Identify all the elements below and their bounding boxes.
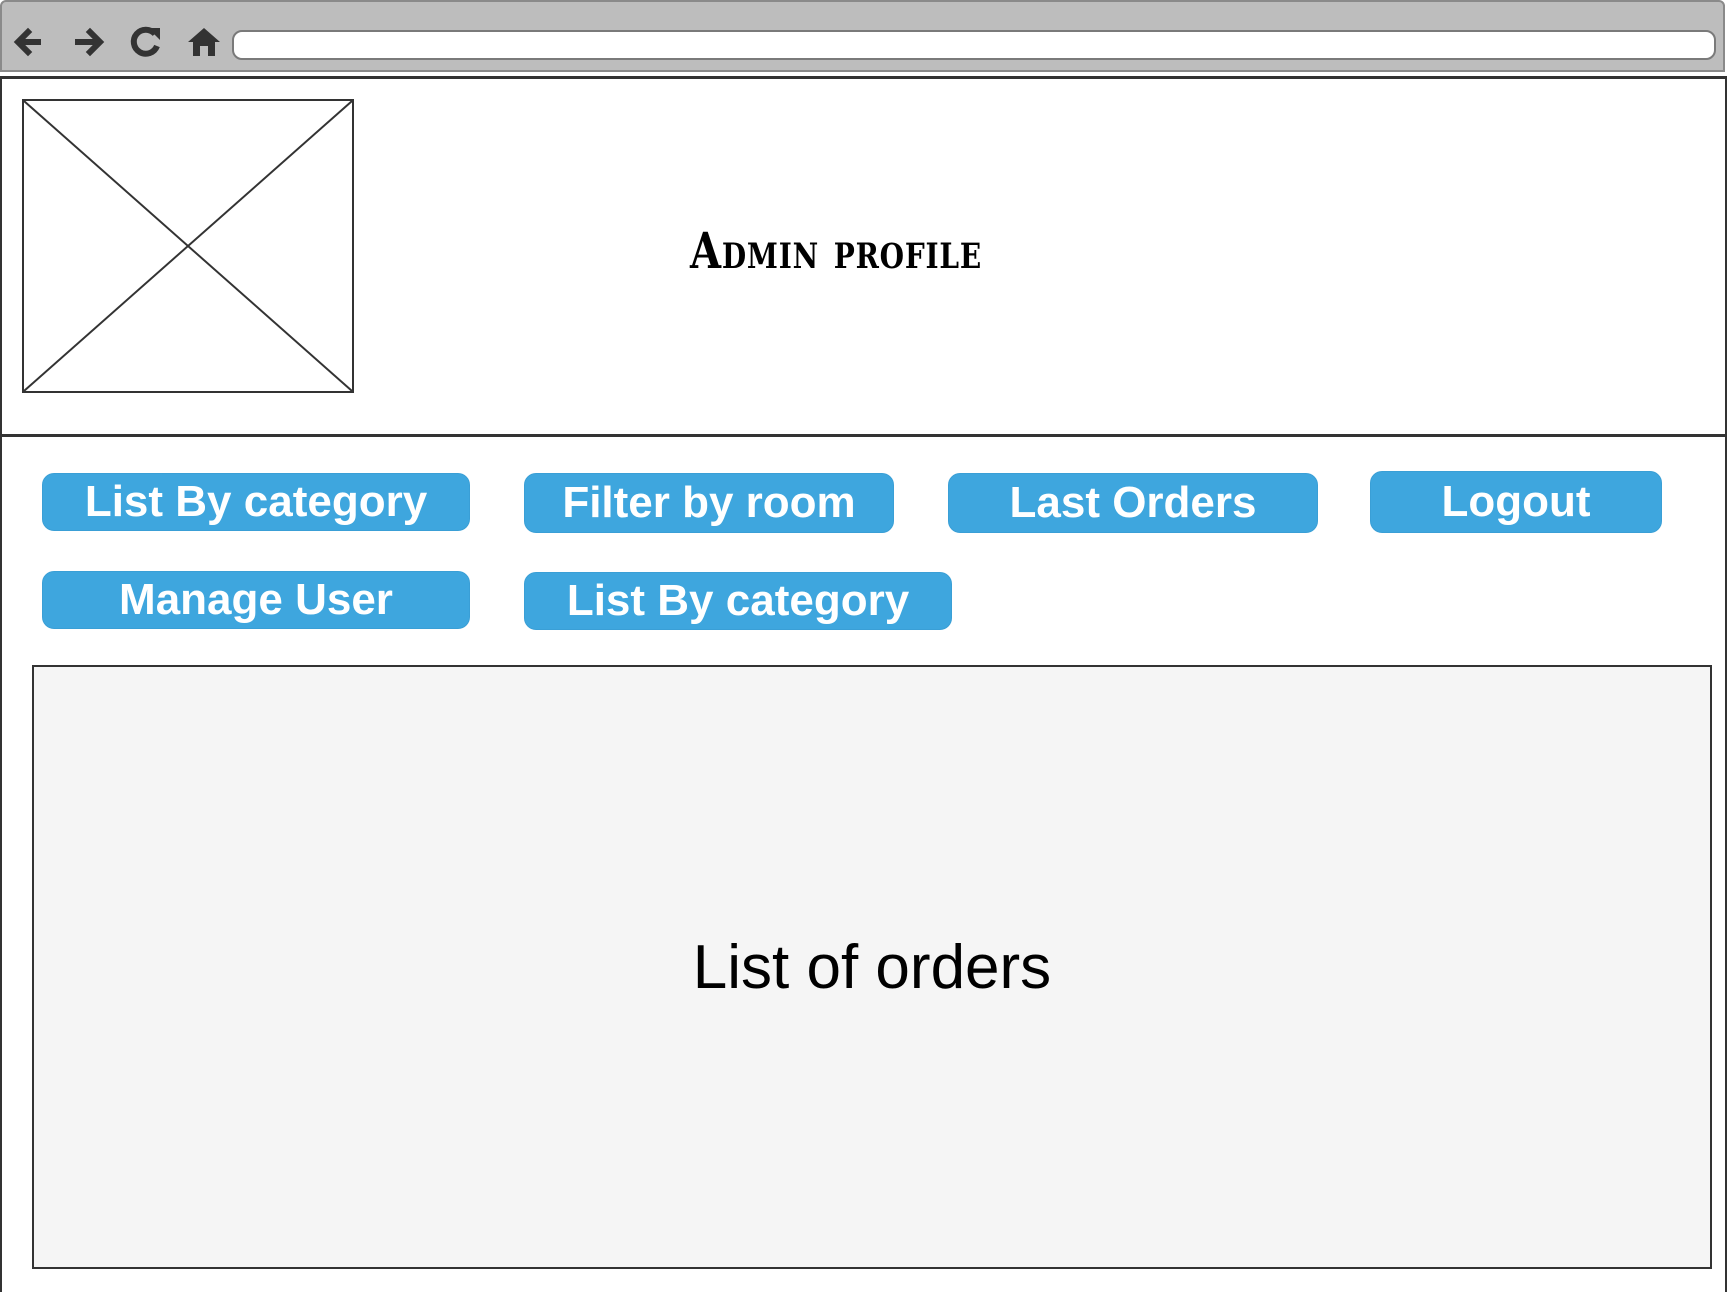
orders-list-panel: List of orders bbox=[32, 665, 1712, 1269]
home-icon[interactable] bbox=[182, 20, 226, 64]
page-title: Admin profile bbox=[690, 221, 983, 280]
filter-by-room-button[interactable]: Filter by room bbox=[524, 473, 894, 533]
list-by-category-button[interactable]: List By category bbox=[42, 473, 470, 531]
logout-button[interactable]: Logout bbox=[1370, 471, 1662, 533]
last-orders-button[interactable]: Last Orders bbox=[948, 473, 1318, 533]
page-content: Admin profile List By category Filter by… bbox=[0, 76, 1727, 1292]
manage-user-button[interactable]: Manage User bbox=[42, 571, 470, 629]
browser-toolbar bbox=[0, 0, 1725, 72]
reload-icon[interactable] bbox=[124, 20, 168, 64]
list-by-category-button-2[interactable]: List By category bbox=[524, 572, 952, 630]
forward-arrow-icon[interactable] bbox=[68, 20, 112, 64]
page-header: Admin profile bbox=[2, 79, 1725, 437]
logo-image-placeholder bbox=[22, 99, 354, 393]
back-arrow-icon[interactable] bbox=[8, 20, 52, 64]
address-bar[interactable] bbox=[232, 30, 1716, 60]
browser-window: Admin profile List By category Filter by… bbox=[0, 0, 1727, 1292]
orders-list-label: List of orders bbox=[692, 932, 1052, 1002]
